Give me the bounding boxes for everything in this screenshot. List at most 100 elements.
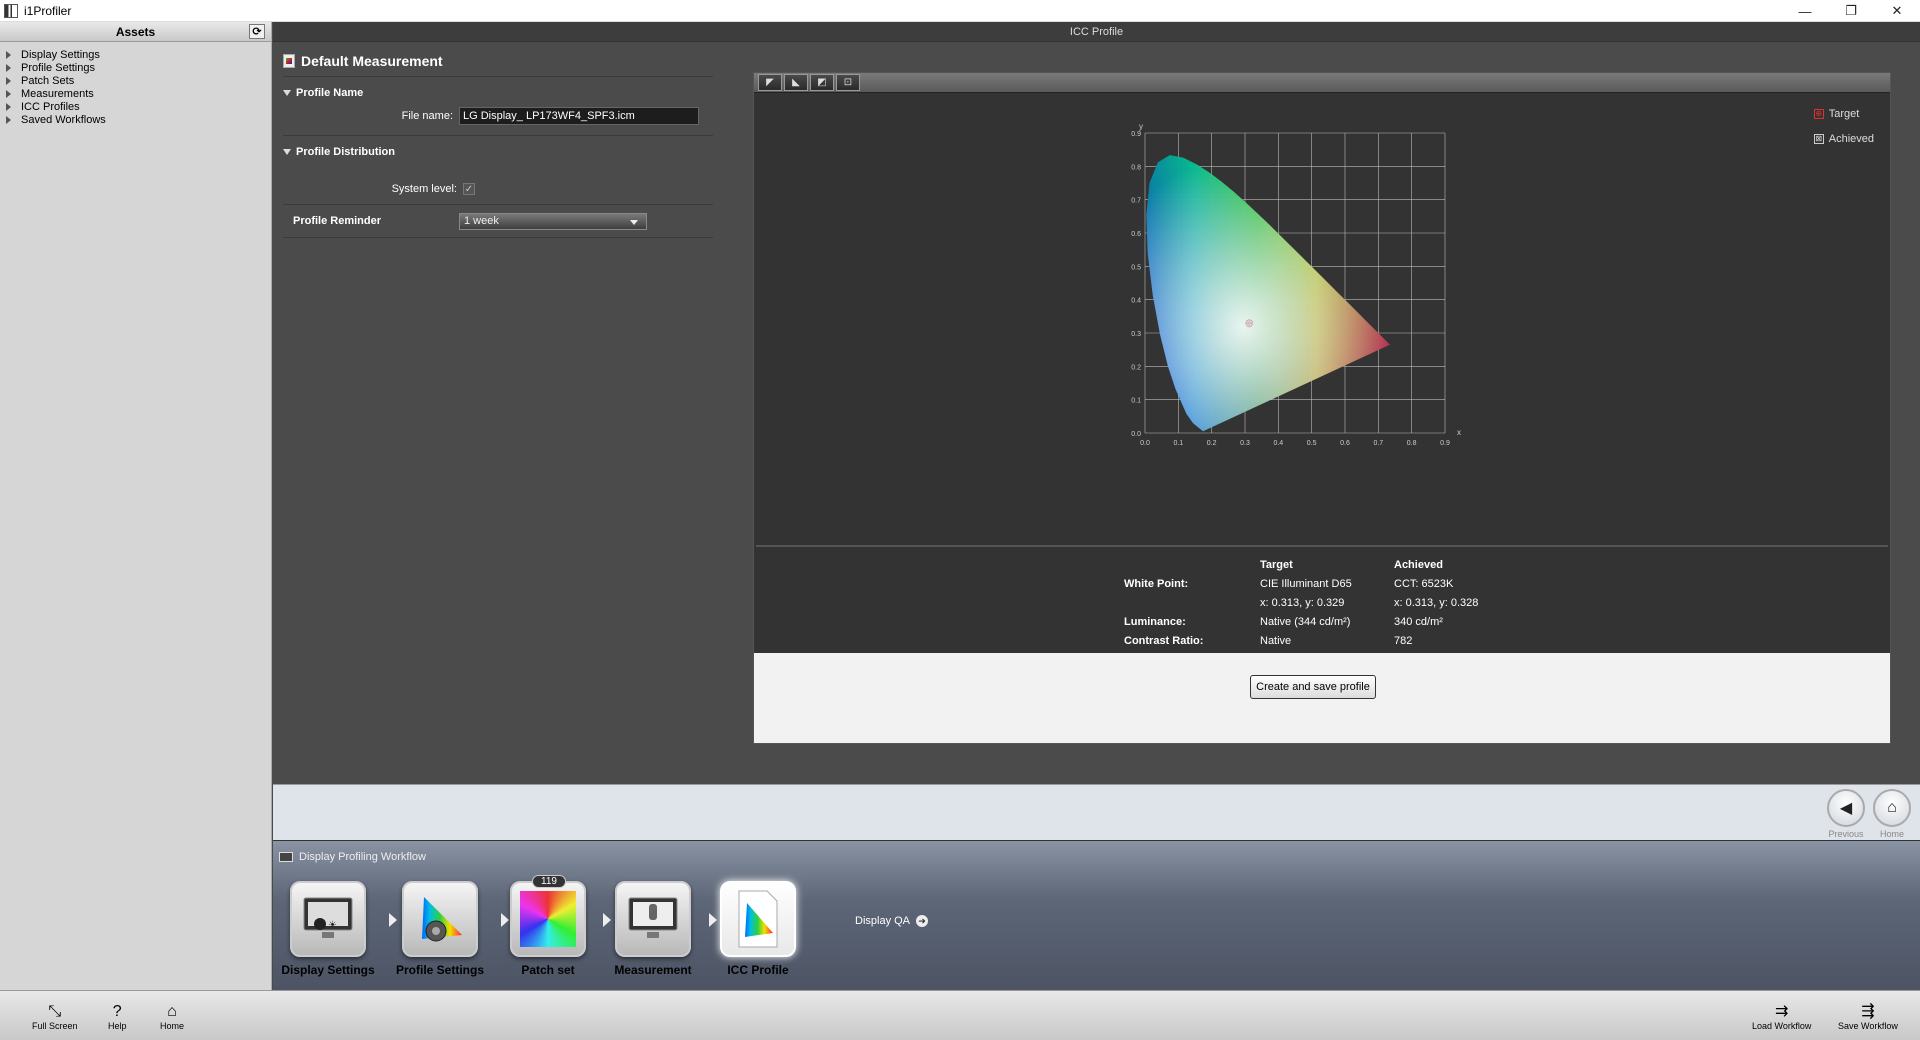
- target-value: Native: [1260, 634, 1292, 647]
- tree-item-label: ICC Profiles: [21, 100, 80, 113]
- previous-button[interactable]: ◀ Previous: [1823, 789, 1869, 839]
- document-icon: [283, 54, 295, 68]
- target-value: Native (344 cd/m²): [1260, 615, 1351, 628]
- section-label: Profile Name: [296, 87, 364, 99]
- tree-item-label: Measurements: [21, 87, 94, 100]
- help-icon: ?: [112, 1003, 122, 1020]
- file-name-input[interactable]: [459, 107, 699, 125]
- achieved-value: CCT: 6523K: [1394, 577, 1454, 590]
- profile-reminder-row: Profile Reminder 1 week: [283, 209, 713, 233]
- minimize-button[interactable]: —: [1782, 0, 1828, 22]
- patch-count-badge: 119: [532, 875, 566, 888]
- expand-arrow-icon[interactable]: [6, 102, 11, 111]
- profile-reminder-select[interactable]: 1 week: [459, 212, 647, 230]
- chart-legend: ⊕ Target ⊠ Achieved: [1813, 101, 1874, 151]
- measurement-icon[interactable]: [615, 881, 691, 957]
- step-profile-settings[interactable]: Profile Settings: [385, 881, 495, 977]
- workflow-title: Display Profiling Workflow: [279, 851, 426, 863]
- legend-achieved: ⊠ Achieved: [1813, 126, 1874, 151]
- y-tick-label: 0.5: [1131, 264, 1141, 271]
- create-save-profile-button[interactable]: Create and save profile: [1250, 675, 1376, 699]
- section-profile-distribution[interactable]: Profile Distribution: [283, 140, 713, 164]
- system-level-row: System level: ✓: [283, 178, 713, 200]
- step-display-settings[interactable]: ☀ Display Settings: [273, 881, 383, 977]
- view-gamut-icon[interactable]: ◣: [784, 74, 808, 91]
- y-tick-label: 0.2: [1131, 364, 1141, 371]
- x-tick-label: 0.5: [1307, 440, 1317, 447]
- chromaticity-diagram: 0.0 0.1 0.2 0.3 0.4 0.5 0.6 0.7 0.8 0.9 0.0 0.1 0.2 0…: [1131, 122, 1461, 447]
- view-curve-icon[interactable]: ◩: [810, 74, 834, 91]
- legend-target: ⊕ Target: [1813, 101, 1874, 126]
- legend-label: Achieved: [1828, 132, 1874, 145]
- white-point-xy-row: x: 0.313, y: 0.329 x: 0.313, y: 0.328: [1124, 593, 1724, 612]
- profile-settings-icon[interactable]: [402, 881, 478, 957]
- display-qa-label: Display QA: [855, 915, 911, 927]
- tree-item-label: Patch Sets: [21, 74, 75, 87]
- expand-arrow-icon[interactable]: [6, 89, 11, 98]
- home-label: Home: [160, 1021, 185, 1031]
- assets-sidebar: Assets ⟳ Display Settings Profile Settin…: [0, 22, 272, 990]
- x-tick-label: 0.3: [1240, 440, 1250, 447]
- target-value: CIE Illuminant D65: [1260, 577, 1352, 590]
- x-tick-label: 0.8: [1407, 440, 1417, 447]
- step-label: Patch set: [521, 963, 575, 977]
- home-button[interactable]: ⌂ Home: [160, 1003, 184, 1031]
- create-area: Create and save profile: [754, 653, 1890, 743]
- arrow-right-icon[interactable]: ➜: [916, 915, 929, 927]
- system-level-checkbox[interactable]: ✓: [463, 183, 475, 195]
- patch-set-icon[interactable]: 119: [510, 875, 586, 957]
- help-button[interactable]: ? Help: [108, 1003, 127, 1031]
- refresh-icon[interactable]: ⟳: [249, 24, 265, 39]
- load-workflow-button[interactable]: ⇉ Load Workflow: [1752, 1003, 1811, 1031]
- file-name-label: File name:: [401, 110, 453, 122]
- results-header-row: Target Achieved: [1124, 555, 1724, 574]
- save-workflow-button[interactable]: ⇶ Save Workflow: [1838, 1003, 1898, 1031]
- tree-item-profile-settings[interactable]: Profile Settings: [0, 61, 271, 74]
- icc-profile-icon[interactable]: [720, 881, 796, 957]
- target-value: x: 0.313, y: 0.329: [1260, 596, 1345, 609]
- svg-text:☀: ☀: [328, 920, 337, 931]
- app-logo-icon: [4, 3, 18, 18]
- x-tick-label: 0.0: [1140, 440, 1150, 447]
- tree-item-saved-workflows[interactable]: Saved Workflows: [0, 113, 271, 126]
- view-2d-icon[interactable]: ◤: [758, 74, 782, 91]
- assets-title: Assets: [115, 24, 156, 39]
- profile-reminder-label: Profile Reminder: [293, 215, 382, 227]
- x-tick-label: 0.1: [1173, 440, 1183, 447]
- tree-item-patch-sets[interactable]: Patch Sets: [0, 74, 271, 87]
- restore-button[interactable]: ❐: [1828, 0, 1874, 22]
- window-title: i1Profiler: [24, 3, 72, 18]
- view-image-icon[interactable]: ⊡: [836, 74, 860, 91]
- load-workflow-icon: ⇉: [1774, 1003, 1789, 1020]
- tree-item-measurements[interactable]: Measurements: [0, 87, 271, 100]
- section-label: Profile Distribution: [296, 146, 395, 158]
- profile-settings-panel: Default Measurement Profile Name File na…: [283, 50, 713, 242]
- save-workflow-label: Save Workflow: [1838, 1021, 1898, 1031]
- tree-item-icc-profiles[interactable]: ICC Profiles: [0, 100, 271, 113]
- results-table: Target Achieved White Point: CIE Illumin…: [1124, 555, 1724, 650]
- close-button[interactable]: ✕: [1874, 0, 1920, 22]
- load-workflow-label: Load Workflow: [1752, 1021, 1812, 1031]
- column-header-target: Target: [1260, 558, 1293, 571]
- home-icon[interactable]: ⌂: [1873, 789, 1911, 827]
- expand-arrow-icon[interactable]: [6, 50, 11, 59]
- expand-icon: ⤡: [48, 1003, 62, 1020]
- step-patch-set[interactable]: 119 Patch set: [493, 875, 603, 977]
- display-qa-link[interactable]: Display QA ➜: [855, 915, 929, 927]
- collapse-arrow-icon[interactable]: [283, 90, 291, 96]
- home-label: Home: [1879, 829, 1904, 839]
- section-profile-name[interactable]: Profile Name: [283, 81, 713, 105]
- collapse-arrow-icon[interactable]: [283, 149, 291, 155]
- back-arrow-icon[interactable]: ◀: [1827, 789, 1865, 827]
- tree-item-display-settings[interactable]: Display Settings: [0, 48, 271, 61]
- step-icc-profile[interactable]: ICC Profile: [703, 881, 813, 977]
- expand-arrow-icon[interactable]: [6, 76, 11, 85]
- display-settings-icon[interactable]: ☀: [290, 881, 366, 957]
- chart-toolbar: ◤ ◣ ◩ ⊡: [754, 73, 1890, 93]
- home-nav-button[interactable]: ⌂ Home: [1869, 789, 1915, 839]
- expand-arrow-icon[interactable]: [6, 63, 11, 72]
- expand-arrow-icon[interactable]: [6, 115, 11, 124]
- step-measurement[interactable]: Measurement: [598, 881, 708, 977]
- y-tick-label: 0.4: [1131, 298, 1141, 305]
- full-screen-button[interactable]: ⤡ Full Screen: [32, 1003, 78, 1031]
